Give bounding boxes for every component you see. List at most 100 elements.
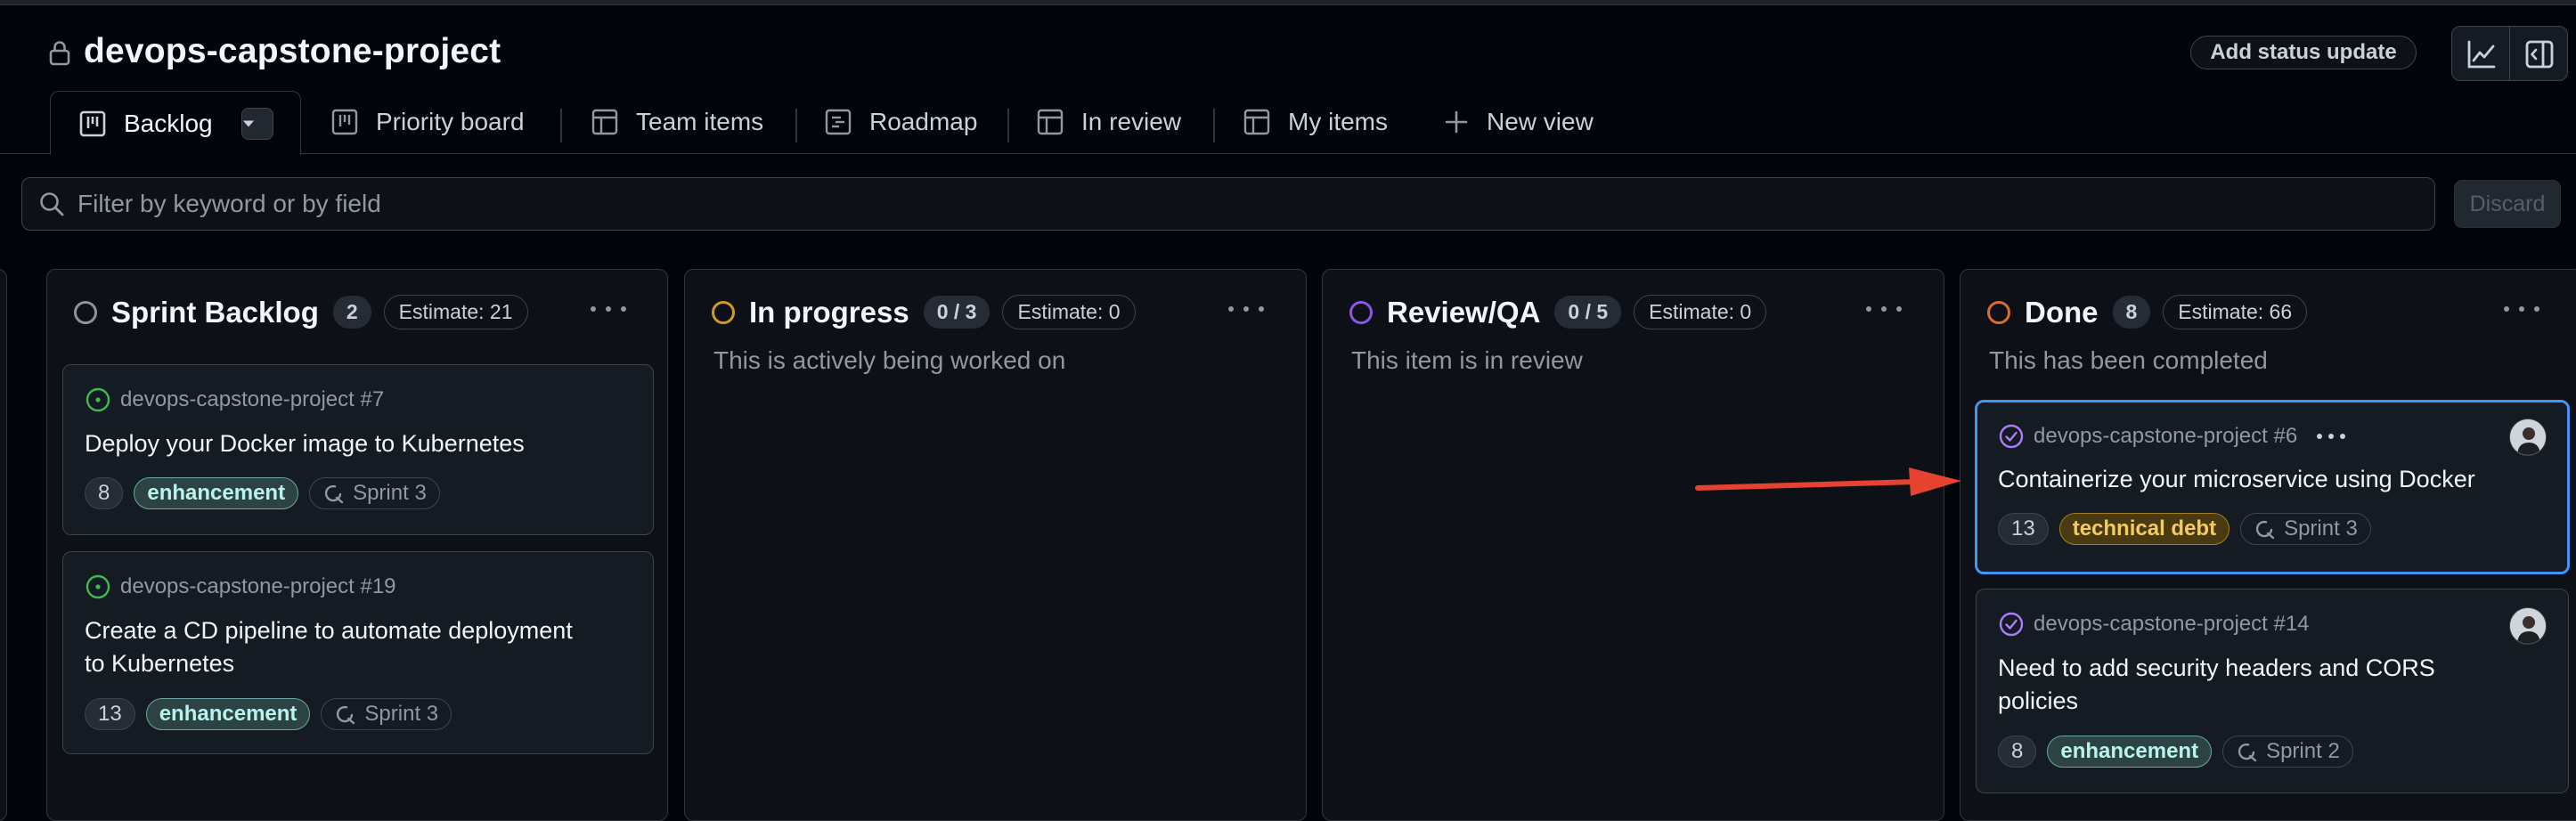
estimate-badge: 8 (85, 477, 124, 509)
sidebar-expand-icon (2525, 40, 2554, 69)
triangle-down-icon (242, 120, 254, 126)
column-title: Review/QA (1387, 295, 1541, 329)
column-estimate: Estimate: 21 (383, 295, 528, 329)
card-ref[interactable]: devops-capstone-project #7 (85, 386, 384, 413)
tab-roadmap[interactable]: Roadmap (825, 91, 977, 153)
card-title[interactable]: Deploy your Docker image to Kubernetes (85, 427, 525, 460)
discard-button[interactable]: Discard (2454, 180, 2561, 228)
graph-icon (2467, 40, 2496, 69)
tab-team-items[interactable]: Team items (591, 91, 763, 153)
label-enhancement[interactable]: enhancement (134, 477, 299, 509)
column-count: 0 / 3 (923, 296, 990, 329)
column-header: Done 8 Estimate: 66 (1987, 295, 2308, 329)
column-estimate: Estimate: 66 (2163, 295, 2308, 329)
column-title: Sprint Backlog (111, 295, 319, 329)
column-count: 0 / 5 (1554, 296, 1622, 329)
column-description: This item is in review (1351, 346, 1583, 374)
view-options-dropdown[interactable] (240, 107, 273, 140)
label-technical-debt[interactable]: technical debt (2058, 513, 2230, 545)
new-view-button[interactable]: New view (1444, 91, 1594, 153)
issue-card[interactable]: devops-capstone-project #19 Create a CD … (62, 551, 654, 754)
iteration-icon (2238, 743, 2257, 762)
tab-label: New view (1487, 108, 1594, 135)
estimate-badge: 8 (1998, 736, 2037, 768)
card-ref[interactable]: devops-capstone-project #6 (1998, 423, 2346, 450)
card-title-line: to Kubernetes (85, 650, 235, 677)
tab-label: My items (1288, 108, 1388, 135)
assignee-avatar[interactable] (2509, 607, 2547, 645)
issue-card-selected[interactable]: devops-capstone-project #6 Containerize … (1975, 400, 2570, 574)
sprint-text: Sprint 3 (353, 481, 427, 505)
search-icon (40, 192, 64, 216)
column-menu-button[interactable] (591, 293, 626, 325)
card-title[interactable]: Create a CD pipeline to automate deploym… (85, 614, 573, 680)
tab-my-items[interactable]: My items (1243, 91, 1388, 153)
column-review-qa: Review/QA 0 / 5 Estimate: 0 This item is… (1322, 269, 1944, 821)
column-sprint-backlog: Sprint Backlog 2 Estimate: 21 devops-cap… (46, 269, 668, 821)
tab-label: Roadmap (869, 108, 978, 135)
partial-column (0, 269, 7, 821)
tab-divider (1007, 109, 1009, 142)
estimate-badge: 13 (1998, 513, 2049, 545)
filter-placeholder: Filter by keyword or by field (77, 190, 381, 217)
card-title[interactable]: Need to add security headers and CORS po… (1998, 652, 2435, 718)
issue-closed-icon (1999, 612, 2024, 637)
tab-in-review[interactable]: In review (1037, 91, 1181, 153)
assignee-avatar[interactable] (2509, 419, 2547, 456)
card-title[interactable]: Containerize your microservice using Doc… (1998, 463, 2475, 496)
card-ref-text: devops-capstone-project #19 (120, 574, 396, 598)
view-tabs: Backlog Priority board Team items Roadma… (0, 91, 2576, 155)
card-title-line: policies (1998, 687, 2079, 714)
tab-label: In review (1081, 108, 1182, 135)
card-ref-text: devops-capstone-project #6 (2034, 424, 2298, 448)
card-menu-button[interactable] (2317, 434, 2346, 439)
column-title: Done (2025, 295, 2099, 329)
status-circle-icon (712, 300, 735, 324)
avatar-image (2510, 608, 2546, 644)
column-menu-button[interactable] (2504, 293, 2539, 325)
sprint-text: Sprint 3 (2284, 516, 2358, 541)
board-icon (331, 109, 358, 135)
filter-input[interactable]: Filter by keyword or by field (21, 177, 2435, 231)
issue-card[interactable]: devops-capstone-project #14 Need to add … (1976, 589, 2569, 793)
sprint-badge: Sprint 3 (321, 698, 452, 730)
issue-card[interactable]: devops-capstone-project #7 Deploy your D… (62, 364, 654, 535)
table-icon (1243, 109, 1270, 135)
insights-button[interactable] (2451, 26, 2510, 81)
plus-icon (1445, 110, 1468, 134)
column-menu-button[interactable] (1228, 293, 1264, 325)
roadmap-icon (825, 109, 852, 135)
column-header: Sprint Backlog 2 Estimate: 21 (74, 295, 528, 329)
side-panel-toggle-button[interactable] (2509, 26, 2568, 81)
iteration-icon (337, 705, 355, 725)
column-header: In progress 0 / 3 Estimate: 0 (712, 295, 1136, 329)
status-circle-icon (1349, 300, 1373, 324)
column-menu-button[interactable] (1866, 293, 1902, 325)
card-ref[interactable]: devops-capstone-project #14 (1998, 611, 2310, 638)
card-title-line: Create a CD pipeline to automate deploym… (85, 617, 573, 644)
page-title: devops-capstone-project (84, 32, 501, 70)
card-tags: 13 technical debt Sprint 3 (1998, 513, 2382, 545)
card-title-line: Need to add security headers and CORS (1998, 654, 2435, 681)
card-tags: 13 enhancement Sprint 3 (85, 698, 462, 730)
table-icon (1037, 109, 1064, 135)
tab-priority-board[interactable]: Priority board (331, 91, 525, 153)
iteration-icon (2255, 520, 2275, 540)
sprint-badge: Sprint 3 (2240, 513, 2371, 545)
issue-closed-icon (1999, 424, 2024, 449)
tab-divider (560, 109, 562, 142)
card-tags: 8 enhancement Sprint 3 (85, 477, 451, 509)
issue-open-icon (86, 387, 110, 412)
tab-backlog[interactable]: Backlog (50, 91, 301, 155)
issue-open-icon (86, 574, 110, 599)
column-description: This is actively being worked on (713, 346, 1066, 374)
tab-label: Backlog (124, 109, 213, 137)
column-header: Review/QA 0 / 5 Estimate: 0 (1349, 295, 1767, 329)
sprint-text: Sprint 2 (2266, 739, 2340, 763)
column-count: 8 (2112, 296, 2151, 329)
card-ref[interactable]: devops-capstone-project #19 (85, 573, 396, 600)
add-status-update-button[interactable]: Add status update (2190, 36, 2417, 69)
sprint-badge: Sprint 2 (2222, 736, 2353, 768)
label-enhancement[interactable]: enhancement (2047, 736, 2213, 768)
label-enhancement[interactable]: enhancement (145, 698, 311, 730)
